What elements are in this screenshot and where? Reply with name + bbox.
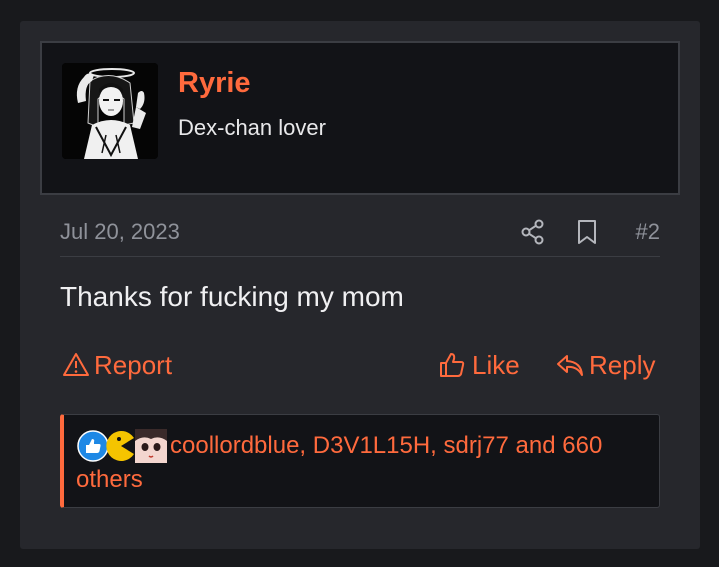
author-box: Ryrie Dex-chan lover [40, 41, 680, 195]
thumbs-up-icon [440, 353, 465, 377]
share-icon [521, 219, 544, 245]
post-meta: Jul 20, 2023 #2 [60, 211, 660, 257]
like-label: Like [472, 349, 520, 380]
share-button[interactable] [520, 219, 546, 245]
reactions-list-link[interactable]: coollordblue, D3V1L15H, sdrj77 and 660 o… [76, 429, 639, 497]
post-card: Ryrie Dex-chan lover Jul 20, 2023 #2 Tha… [20, 21, 700, 549]
avatar[interactable] [62, 63, 158, 159]
report-label: Report [94, 349, 173, 380]
bookmark-button[interactable] [574, 218, 600, 246]
post-number-link[interactable]: #2 [636, 219, 660, 245]
reply-label: Reply [589, 349, 656, 380]
reactions-bar: coollordblue, D3V1L15H, sdrj77 and 660 o… [60, 414, 660, 508]
like-button[interactable]: Like [438, 347, 520, 383]
reply-button[interactable]: Reply [555, 347, 655, 383]
author-title: Dex-chan lover [178, 115, 326, 140]
post-date[interactable]: Jul 20, 2023 [60, 219, 180, 245]
reply-icon [557, 355, 583, 376]
report-button[interactable]: Report [62, 347, 172, 383]
post-message: Thanks for fucking my mom [60, 281, 404, 312]
manga-girl-avatar-icon [62, 63, 158, 159]
bookmark-icon [578, 220, 596, 244]
warning-icon [63, 353, 89, 376]
author-name[interactable]: Ryrie [178, 67, 251, 100]
